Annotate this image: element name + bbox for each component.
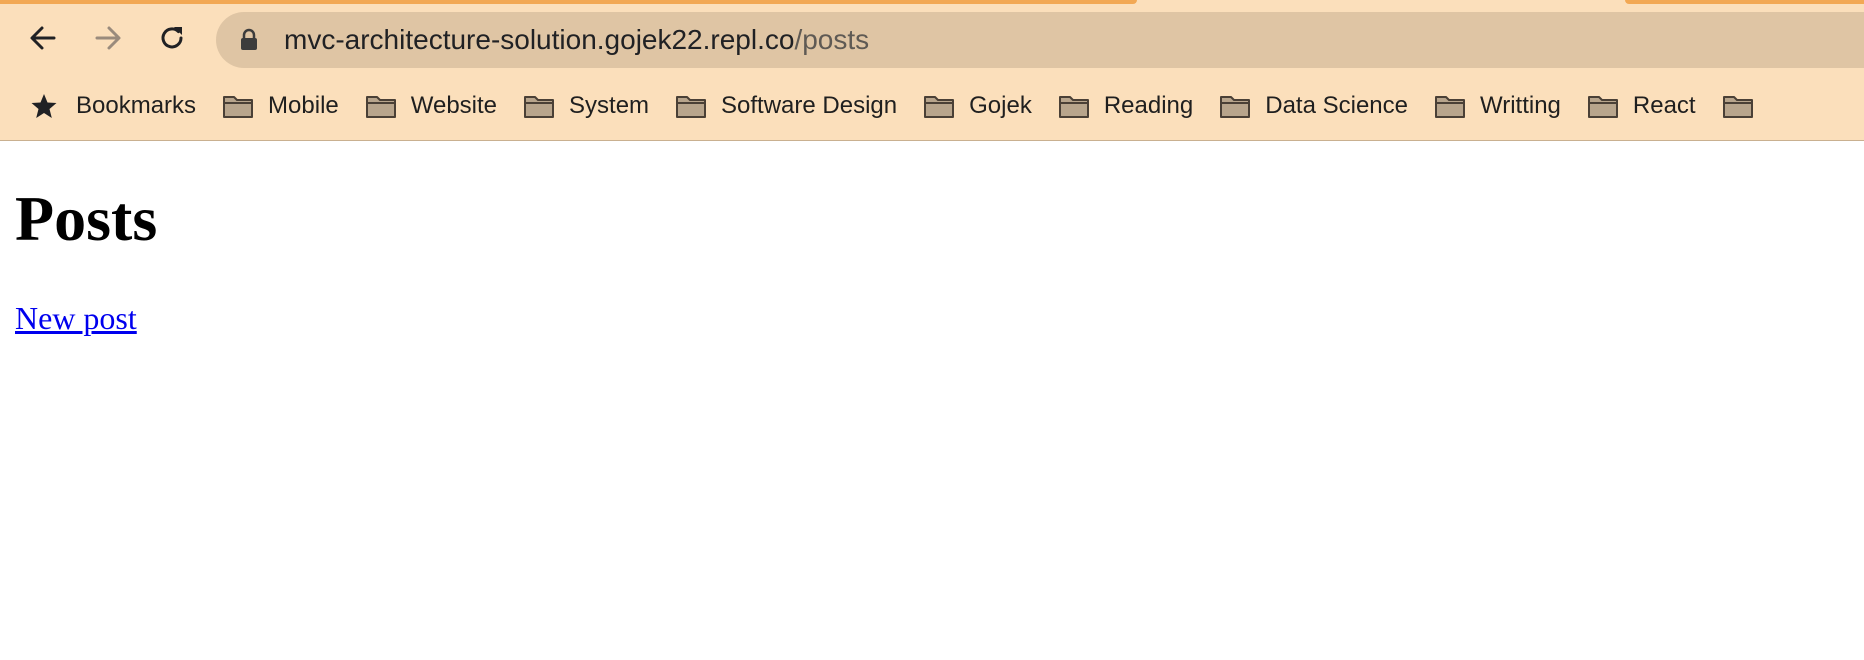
bookmark-gojek[interactable]: Gojek <box>917 86 1038 126</box>
folder-icon <box>1587 93 1619 119</box>
tab-strip-edge <box>0 0 1137 4</box>
star-icon <box>30 92 58 120</box>
folder-icon <box>1219 93 1251 119</box>
forward-button[interactable] <box>88 18 128 58</box>
bookmarks-bar: Bookmarks Mobile Website System Software… <box>0 82 1864 130</box>
folder-icon <box>675 93 707 119</box>
folder-icon <box>222 93 254 119</box>
bookmark-react[interactable]: React <box>1581 86 1702 126</box>
new-post-link[interactable]: New post <box>15 299 137 337</box>
url-text[interactable]: mvc-architecture-solution.gojek22.repl.c… <box>284 25 869 55</box>
url-path: /posts <box>794 24 870 55</box>
bookmark-label: Website <box>410 92 498 119</box>
bookmark-website[interactable]: Website <box>359 86 503 126</box>
folder-icon <box>365 93 397 119</box>
folder-icon <box>523 93 555 119</box>
bookmark-reading[interactable]: Reading <box>1052 86 1199 126</box>
bookmark-label: Writting <box>1479 92 1561 119</box>
bookmark-label: System <box>569 92 650 119</box>
bookmark-label: Mobile <box>268 92 339 119</box>
bookmark-label: Data Science <box>1265 92 1408 119</box>
folder-icon <box>1722 93 1754 119</box>
back-button[interactable] <box>23 18 63 58</box>
bookmark-label: Reading <box>1103 92 1194 119</box>
bookmark-label: Gojek <box>969 92 1032 119</box>
bookmark-bookmarks[interactable]: Bookmarks <box>24 86 202 126</box>
page-title: Posts <box>15 183 158 254</box>
url-host: mvc-architecture-solution.gojek22.repl.c… <box>284 24 795 55</box>
back-arrow-icon <box>30 26 56 50</box>
address-bar[interactable]: mvc-architecture-solution.gojek22.repl.c… <box>216 12 1864 68</box>
bookmark-software-design[interactable]: Software Design <box>669 86 903 126</box>
browser-chrome: mvc-architecture-solution.gojek22.repl.c… <box>0 0 1864 141</box>
bookmark-label: Bookmarks <box>76 92 197 119</box>
lock-icon[interactable] <box>239 28 259 52</box>
bookmark-system[interactable]: System <box>517 86 655 126</box>
bookmark-label: Software Design <box>721 92 898 119</box>
bookmark-overflow-folder[interactable] <box>1716 86 1774 126</box>
page-content: Posts New post <box>0 141 1864 660</box>
reload-button[interactable] <box>152 18 192 58</box>
folder-icon <box>1058 93 1090 119</box>
forward-arrow-icon <box>95 26 121 50</box>
folder-icon <box>923 93 955 119</box>
folder-icon <box>1434 93 1466 119</box>
reload-icon <box>161 27 183 49</box>
bookmark-label: React <box>1632 92 1696 119</box>
bookmark-mobile[interactable]: Mobile <box>216 86 345 126</box>
browser-toolbar: mvc-architecture-solution.gojek22.repl.c… <box>0 10 1864 70</box>
bookmark-writting[interactable]: Writting <box>1428 86 1567 126</box>
tab-strip-edge <box>1625 0 1864 4</box>
bookmark-data-science[interactable]: Data Science <box>1213 86 1414 126</box>
